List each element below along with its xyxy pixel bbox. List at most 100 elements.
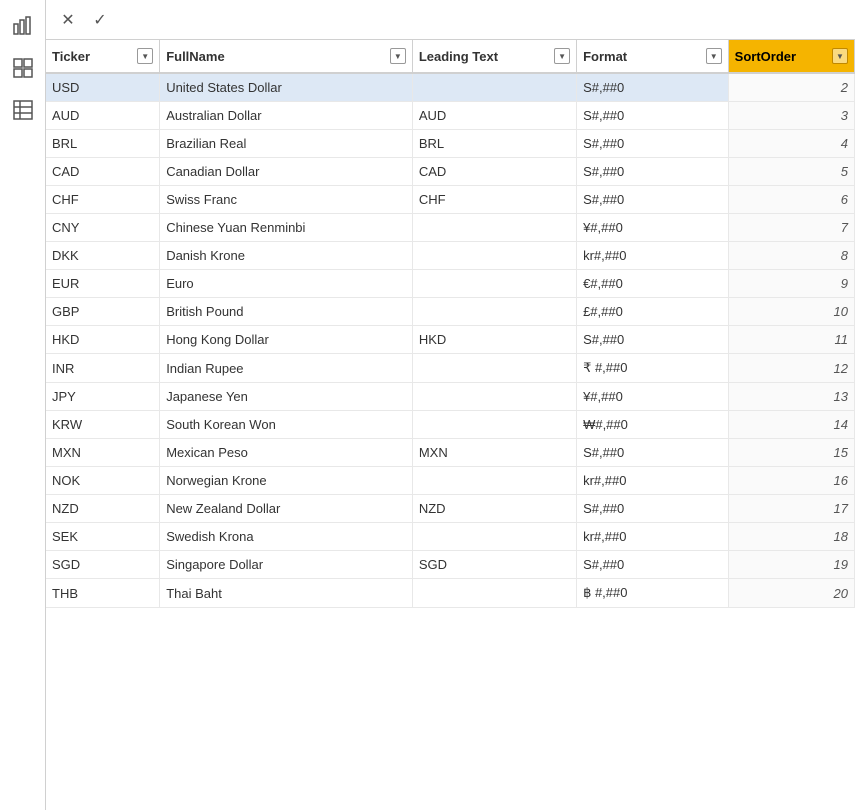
cell-fullname[interactable]: Mexican Peso — [160, 439, 413, 467]
cell-ticker[interactable]: INR — [46, 354, 160, 383]
cell-ticker[interactable]: NOK — [46, 467, 160, 495]
cell-leading[interactable]: NZD — [412, 495, 576, 523]
filter-leading-button[interactable]: ▼ — [554, 48, 570, 64]
cell-format[interactable]: S#,##0 — [577, 130, 729, 158]
cell-ticker[interactable]: JPY — [46, 383, 160, 411]
cell-sortorder[interactable]: 15 — [728, 439, 854, 467]
cell-format[interactable]: S#,##0 — [577, 326, 729, 354]
cell-leading[interactable] — [412, 411, 576, 439]
cell-ticker[interactable]: USD — [46, 73, 160, 102]
cell-fullname[interactable]: New Zealand Dollar — [160, 495, 413, 523]
cell-sortorder[interactable]: 8 — [728, 242, 854, 270]
cell-leading[interactable] — [412, 354, 576, 383]
data-table-container[interactable]: Ticker ▼ FullName ▼ Leading Text ▼ — [46, 40, 855, 810]
cell-sortorder[interactable]: 11 — [728, 326, 854, 354]
cell-fullname[interactable]: Hong Kong Dollar — [160, 326, 413, 354]
filter-fullname-button[interactable]: ▼ — [390, 48, 406, 64]
cell-ticker[interactable]: SEK — [46, 523, 160, 551]
cell-ticker[interactable]: NZD — [46, 495, 160, 523]
cell-format[interactable]: ¥#,##0 — [577, 214, 729, 242]
cell-format[interactable]: S#,##0 — [577, 551, 729, 579]
cell-sortorder[interactable]: 5 — [728, 158, 854, 186]
cell-sortorder[interactable]: 2 — [728, 73, 854, 102]
col-header-sortorder[interactable]: SortOrder ▼ — [728, 40, 854, 73]
cell-format[interactable]: €#,##0 — [577, 270, 729, 298]
cell-fullname[interactable]: British Pound — [160, 298, 413, 326]
cell-sortorder[interactable]: 20 — [728, 579, 854, 608]
cell-fullname[interactable]: Norwegian Krone — [160, 467, 413, 495]
cell-format[interactable]: kr#,##0 — [577, 467, 729, 495]
cell-fullname[interactable]: Indian Rupee — [160, 354, 413, 383]
filter-format-button[interactable]: ▼ — [706, 48, 722, 64]
cell-fullname[interactable]: Australian Dollar — [160, 102, 413, 130]
cell-fullname[interactable]: South Korean Won — [160, 411, 413, 439]
cell-sortorder[interactable]: 3 — [728, 102, 854, 130]
cell-ticker[interactable]: KRW — [46, 411, 160, 439]
cell-fullname[interactable]: Euro — [160, 270, 413, 298]
cell-fullname[interactable]: Danish Krone — [160, 242, 413, 270]
cell-format[interactable]: S#,##0 — [577, 186, 729, 214]
cell-sortorder[interactable]: 17 — [728, 495, 854, 523]
cell-fullname[interactable]: Japanese Yen — [160, 383, 413, 411]
filter-sortorder-button[interactable]: ▼ — [832, 48, 848, 64]
cell-fullname[interactable]: Brazilian Real — [160, 130, 413, 158]
cell-ticker[interactable]: HKD — [46, 326, 160, 354]
table-icon[interactable] — [5, 92, 41, 128]
cell-leading[interactable] — [412, 467, 576, 495]
cell-leading[interactable]: BRL — [412, 130, 576, 158]
cell-format[interactable]: S#,##0 — [577, 102, 729, 130]
cell-sortorder[interactable]: 9 — [728, 270, 854, 298]
cell-sortorder[interactable]: 14 — [728, 411, 854, 439]
cell-format[interactable]: ¥#,##0 — [577, 383, 729, 411]
cell-ticker[interactable]: CAD — [46, 158, 160, 186]
cell-format[interactable]: S#,##0 — [577, 73, 729, 102]
cell-leading[interactable] — [412, 523, 576, 551]
cell-sortorder[interactable]: 4 — [728, 130, 854, 158]
cell-format[interactable]: S#,##0 — [577, 439, 729, 467]
cell-format[interactable]: ₩#,##0 — [577, 411, 729, 439]
cell-ticker[interactable]: EUR — [46, 270, 160, 298]
cell-sortorder[interactable]: 16 — [728, 467, 854, 495]
cell-sortorder[interactable]: 6 — [728, 186, 854, 214]
cell-fullname[interactable]: Canadian Dollar — [160, 158, 413, 186]
cell-ticker[interactable]: AUD — [46, 102, 160, 130]
cell-sortorder[interactable]: 10 — [728, 298, 854, 326]
cell-ticker[interactable]: CHF — [46, 186, 160, 214]
cell-fullname[interactable]: Chinese Yuan Renminbi — [160, 214, 413, 242]
col-header-leading[interactable]: Leading Text ▼ — [412, 40, 576, 73]
cell-format[interactable]: kr#,##0 — [577, 523, 729, 551]
cell-fullname[interactable]: Thai Baht — [160, 579, 413, 608]
filter-ticker-button[interactable]: ▼ — [137, 48, 153, 64]
cell-leading[interactable] — [412, 242, 576, 270]
cell-sortorder[interactable]: 19 — [728, 551, 854, 579]
cell-leading[interactable] — [412, 270, 576, 298]
cell-sortorder[interactable]: 12 — [728, 354, 854, 383]
cell-leading[interactable]: AUD — [412, 102, 576, 130]
col-header-ticker[interactable]: Ticker ▼ — [46, 40, 160, 73]
bar-chart-icon[interactable] — [5, 8, 41, 44]
cell-fullname[interactable]: Swiss Franc — [160, 186, 413, 214]
cell-ticker[interactable]: BRL — [46, 130, 160, 158]
cell-format[interactable]: ฿ #,##0 — [577, 579, 729, 608]
cell-ticker[interactable]: THB — [46, 579, 160, 608]
cell-sortorder[interactable]: 18 — [728, 523, 854, 551]
cell-fullname[interactable]: Swedish Krona — [160, 523, 413, 551]
cell-leading[interactable] — [412, 383, 576, 411]
cell-format[interactable]: ₹ #,##0 — [577, 354, 729, 383]
check-button[interactable]: ✓ — [86, 6, 114, 34]
cell-leading[interactable] — [412, 73, 576, 102]
cell-leading[interactable] — [412, 298, 576, 326]
cell-format[interactable]: £#,##0 — [577, 298, 729, 326]
cell-fullname[interactable]: Singapore Dollar — [160, 551, 413, 579]
cell-leading[interactable]: HKD — [412, 326, 576, 354]
cell-ticker[interactable]: MXN — [46, 439, 160, 467]
cell-leading[interactable] — [412, 579, 576, 608]
cell-leading[interactable]: CAD — [412, 158, 576, 186]
cell-ticker[interactable]: DKK — [46, 242, 160, 270]
cell-sortorder[interactable]: 7 — [728, 214, 854, 242]
cell-leading[interactable]: MXN — [412, 439, 576, 467]
cell-fullname[interactable]: United States Dollar — [160, 73, 413, 102]
grid-icon[interactable] — [5, 50, 41, 86]
col-header-format[interactable]: Format ▼ — [577, 40, 729, 73]
cell-ticker[interactable]: CNY — [46, 214, 160, 242]
